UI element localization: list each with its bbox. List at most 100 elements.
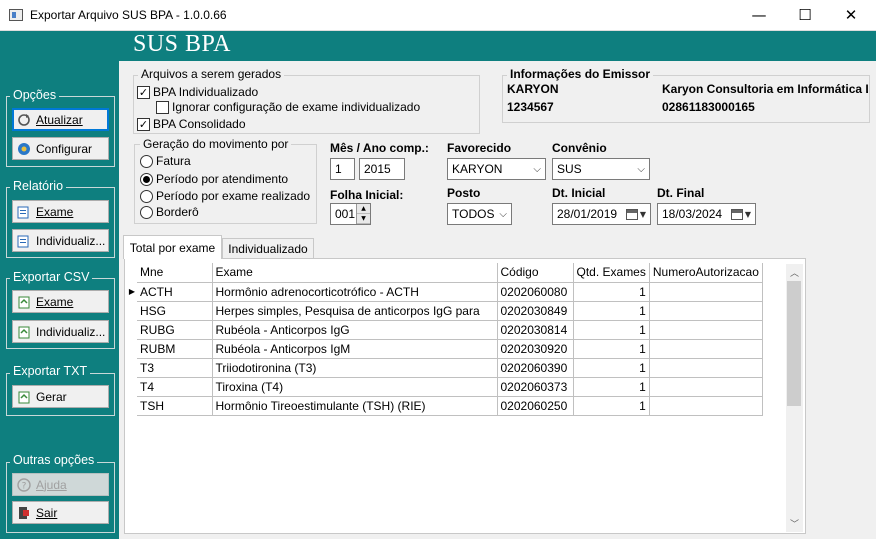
cell-authorization[interactable] bbox=[649, 396, 763, 416]
start-date-label: Dt. Inicial bbox=[552, 186, 606, 200]
year-input[interactable]: 2015 bbox=[359, 158, 405, 180]
beneficiary-select[interactable]: KARYON ⌵ bbox=[447, 158, 546, 180]
radio-fatura[interactable] bbox=[140, 154, 153, 168]
bpa-consolidated-checkbox[interactable]: ✓ bbox=[137, 117, 150, 131]
configure-button[interactable]: Configurar bbox=[12, 137, 109, 160]
tab-individualized[interactable]: Individualizado bbox=[222, 238, 314, 258]
radio-row-exame-realizado[interactable]: Período por exame realizado bbox=[140, 189, 310, 203]
radio-row-fatura[interactable]: Fatura bbox=[140, 154, 191, 168]
report-individual-button[interactable]: Individualiz... bbox=[12, 229, 109, 252]
table-row[interactable]: RUBM Rubéola - Anticorpos IgM 0202030920… bbox=[127, 339, 763, 359]
refresh-button[interactable]: Atualizar bbox=[12, 108, 109, 131]
cell-mne[interactable]: T3 bbox=[137, 358, 213, 378]
calendar-icon[interactable] bbox=[625, 208, 638, 220]
start-date-picker[interactable]: 28/01/2019 ▼ bbox=[552, 203, 651, 225]
bpa-individual-checkbox[interactable]: ✓ bbox=[137, 85, 150, 99]
start-sheet-spinner[interactable]: 001 ▲ ▼ bbox=[330, 203, 371, 225]
dropdown-arrow-icon[interactable]: ▼ bbox=[745, 210, 751, 219]
minimize-button[interactable]: — bbox=[736, 0, 782, 30]
cell-authorization[interactable] bbox=[649, 282, 763, 302]
bpa-consolidated-checkbox-row[interactable]: ✓ BPA Consolidado bbox=[137, 117, 246, 131]
cell-exam[interactable]: Rubéola - Anticorpos IgG bbox=[212, 320, 498, 340]
cell-code[interactable]: 0202060390 bbox=[497, 358, 574, 378]
cell-qty[interactable]: 1 bbox=[573, 282, 650, 302]
column-header-mne[interactable]: Mne bbox=[137, 263, 213, 283]
radio-atendimento[interactable] bbox=[140, 172, 153, 186]
export-csv-exam-button[interactable]: Exame bbox=[12, 290, 109, 313]
close-button[interactable]: ✕ bbox=[828, 0, 874, 30]
cell-authorization[interactable] bbox=[649, 358, 763, 378]
agreement-select[interactable]: SUS ⌵ bbox=[552, 158, 650, 180]
cell-mne[interactable]: TSH bbox=[137, 396, 213, 416]
cell-authorization[interactable] bbox=[649, 339, 763, 359]
dropdown-arrow-icon[interactable]: ▼ bbox=[640, 210, 646, 219]
month-input[interactable]: 1 bbox=[330, 158, 355, 180]
cell-exam[interactable]: Herpes simples, Pesquisa de anticorpos I… bbox=[212, 301, 498, 321]
cell-qty[interactable]: 1 bbox=[573, 301, 650, 321]
radio-bordero[interactable] bbox=[140, 205, 153, 219]
cell-exam[interactable]: Hormônio adrenocorticotrófico - ACTH bbox=[212, 282, 498, 302]
scroll-up-icon[interactable]: ︿ bbox=[786, 264, 803, 281]
cell-mne[interactable]: ACTH bbox=[137, 282, 213, 302]
exit-button[interactable]: Sair bbox=[12, 501, 109, 524]
tab-total-per-exam[interactable]: Total por exame bbox=[123, 235, 222, 259]
table-row[interactable]: TSH Hormônio Tireoestimulante (TSH) (RIE… bbox=[127, 396, 763, 416]
cell-exam[interactable]: Hormônio Tireoestimulante (TSH) (RIE) bbox=[212, 396, 498, 416]
cell-exam[interactable]: Tiroxina (T4) bbox=[212, 377, 498, 397]
cell-qty[interactable]: 1 bbox=[573, 377, 650, 397]
cell-qty[interactable]: 1 bbox=[573, 320, 650, 340]
scroll-down-icon[interactable]: ﹀ bbox=[786, 515, 803, 532]
table-row[interactable]: ▶ ACTH Hormônio adrenocorticotrófico - A… bbox=[127, 282, 763, 302]
scrollbar-thumb[interactable] bbox=[787, 281, 801, 406]
month-year-label: Mês / Ano comp.: bbox=[330, 141, 429, 155]
column-header-code[interactable]: Código bbox=[497, 263, 574, 283]
column-header-authorization[interactable]: NumeroAutorizacao bbox=[649, 263, 763, 283]
report-icon bbox=[17, 234, 31, 248]
radio-exame-realizado[interactable] bbox=[140, 189, 153, 203]
cell-qty[interactable]: 1 bbox=[573, 358, 650, 378]
cell-qty[interactable]: 1 bbox=[573, 339, 650, 359]
column-header-exam[interactable]: Exame bbox=[212, 263, 498, 283]
end-date-picker[interactable]: 18/03/2024 ▼ bbox=[657, 203, 756, 225]
cell-exam[interactable]: Triiodotironina (T3) bbox=[212, 358, 498, 378]
spinner-down-icon[interactable]: ▼ bbox=[357, 214, 370, 224]
generate-txt-button[interactable]: Gerar bbox=[12, 385, 109, 408]
spinner-buttons[interactable]: ▲ ▼ bbox=[356, 204, 370, 224]
table-row[interactable]: T3 Triiodotironina (T3) 0202060390 1 bbox=[127, 358, 763, 378]
cell-exam[interactable]: Rubéola - Anticorpos IgM bbox=[212, 339, 498, 359]
cell-mne[interactable]: HSG bbox=[137, 301, 213, 321]
cell-mne[interactable]: RUBG bbox=[137, 320, 213, 340]
report-exam-button[interactable]: Exame bbox=[12, 200, 109, 223]
radio-row-bordero[interactable]: Borderô bbox=[140, 205, 199, 219]
radio-row-atendimento[interactable]: Período por atendimento bbox=[140, 172, 288, 186]
calendar-icon[interactable] bbox=[730, 208, 743, 220]
ignore-config-checkbox-row[interactable]: Ignorar configuração de exame individual… bbox=[156, 100, 420, 114]
ignore-config-checkbox[interactable] bbox=[156, 100, 169, 114]
cell-code[interactable]: 0202060373 bbox=[497, 377, 574, 397]
station-label: Posto bbox=[447, 186, 481, 200]
cell-code[interactable]: 0202030849 bbox=[497, 301, 574, 321]
report-individual-button-label: Individualiz... bbox=[36, 233, 106, 248]
generation-fieldset-label: Geração do movimento por bbox=[140, 137, 292, 151]
cell-code[interactable]: 0202030814 bbox=[497, 320, 574, 340]
cell-code[interactable]: 0202030920 bbox=[497, 339, 574, 359]
cell-mne[interactable]: T4 bbox=[137, 377, 213, 397]
export-csv-individual-button[interactable]: Individualiz... bbox=[12, 320, 109, 343]
agreement-label: Convênio bbox=[552, 141, 607, 155]
maximize-button[interactable]: ☐ bbox=[782, 0, 828, 30]
cell-authorization[interactable] bbox=[649, 377, 763, 397]
help-button[interactable]: ? Ajuda bbox=[12, 473, 109, 496]
cell-code[interactable]: 0202060250 bbox=[497, 396, 574, 416]
cell-authorization[interactable] bbox=[649, 320, 763, 340]
cell-mne[interactable]: RUBM bbox=[137, 339, 213, 359]
table-row[interactable]: RUBG Rubéola - Anticorpos IgG 0202030814… bbox=[127, 320, 763, 340]
table-row[interactable]: HSG Herpes simples, Pesquisa de anticorp… bbox=[127, 301, 763, 321]
table-row[interactable]: T4 Tiroxina (T4) 0202060373 1 bbox=[127, 377, 763, 397]
bpa-individual-checkbox-row[interactable]: ✓ BPA Individualizado bbox=[137, 85, 258, 99]
spinner-up-icon[interactable]: ▲ bbox=[357, 204, 370, 214]
cell-code[interactable]: 0202060080 bbox=[497, 282, 574, 302]
cell-qty[interactable]: 1 bbox=[573, 396, 650, 416]
column-header-qty[interactable]: Qtd. Exames bbox=[573, 263, 650, 283]
cell-authorization[interactable] bbox=[649, 301, 763, 321]
station-select[interactable]: TODOS ⌵ bbox=[447, 203, 512, 225]
